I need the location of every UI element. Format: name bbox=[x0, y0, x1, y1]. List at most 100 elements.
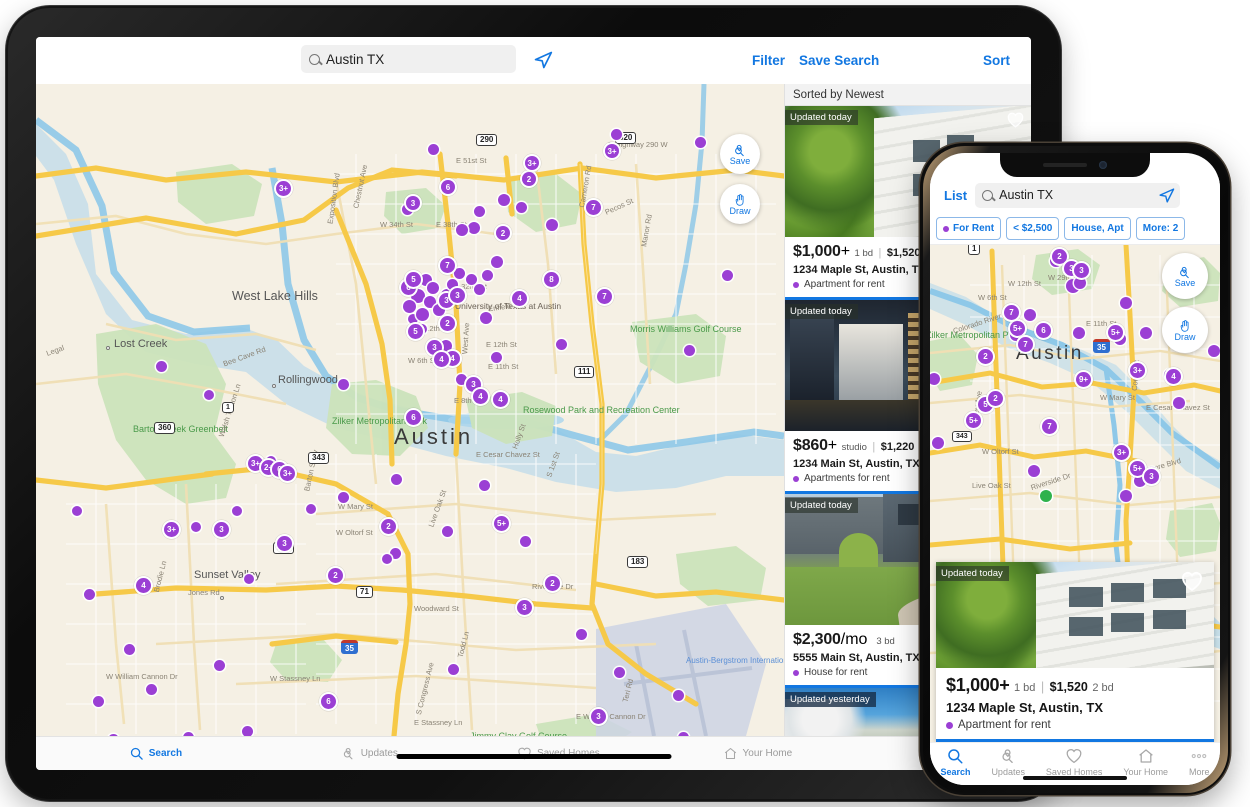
map-pin[interactable] bbox=[498, 194, 510, 206]
map-pin[interactable] bbox=[442, 526, 453, 537]
map-pin[interactable] bbox=[93, 696, 104, 707]
map-pin[interactable] bbox=[1024, 309, 1036, 321]
map-pin[interactable] bbox=[468, 222, 480, 234]
map-cluster-pin[interactable]: 5+ bbox=[1010, 321, 1025, 336]
save-heart-icon[interactable] bbox=[1006, 111, 1025, 128]
map-pin[interactable] bbox=[214, 660, 225, 671]
map-pin[interactable] bbox=[556, 339, 567, 350]
map-pin-selected[interactable] bbox=[1040, 490, 1052, 502]
map-cluster-pin[interactable]: 4 bbox=[493, 392, 508, 407]
map-pin[interactable] bbox=[382, 554, 392, 564]
tab-your-home[interactable]: Your Home bbox=[1123, 747, 1168, 777]
map-pin[interactable] bbox=[416, 308, 429, 321]
map-cluster-pin[interactable]: 5+ bbox=[1108, 325, 1123, 340]
tab-saved-homes[interactable]: Saved Homes bbox=[1046, 747, 1102, 777]
map-pin[interactable] bbox=[611, 129, 622, 140]
map-cluster-pin[interactable]: 5 bbox=[408, 324, 423, 339]
map-cluster-pin[interactable]: 3+ bbox=[605, 144, 619, 158]
map-pin[interactable] bbox=[1173, 397, 1185, 409]
map-cluster-pin[interactable]: 9+ bbox=[1076, 372, 1091, 387]
map-pin[interactable] bbox=[466, 274, 477, 285]
tab-more[interactable]: More bbox=[1189, 747, 1210, 777]
map-cluster-pin[interactable]: 2 bbox=[381, 519, 396, 534]
map-cluster-pin[interactable]: 3+ bbox=[164, 522, 179, 537]
map-pin[interactable] bbox=[1073, 327, 1085, 339]
map-save-button[interactable]: Save bbox=[720, 134, 760, 174]
map-cluster-pin[interactable]: 6 bbox=[406, 410, 421, 425]
map-cluster-pin[interactable]: 6 bbox=[441, 180, 455, 194]
map-cluster-pin[interactable]: 3+ bbox=[525, 156, 539, 170]
map-pin[interactable] bbox=[191, 522, 201, 532]
map-cluster-pin[interactable]: 2 bbox=[978, 349, 993, 364]
map-cluster-pin[interactable]: 3+ bbox=[1130, 363, 1145, 378]
filter-chip-more[interactable]: More: 2 bbox=[1135, 217, 1186, 240]
map-pin[interactable] bbox=[156, 361, 167, 372]
map-cluster-pin[interactable]: 3 bbox=[450, 288, 465, 303]
sidebar-item-your-home[interactable]: Your Home bbox=[653, 746, 862, 761]
map-pin[interactable] bbox=[722, 270, 733, 281]
map-cluster-pin[interactable]: 3 bbox=[591, 709, 606, 724]
map-pin[interactable] bbox=[614, 667, 625, 678]
map-cluster-pin[interactable]: 3 bbox=[1074, 263, 1089, 278]
map-cluster-pin[interactable]: 5+ bbox=[494, 516, 509, 531]
map-cluster-pin[interactable]: 6 bbox=[321, 694, 336, 709]
map-pin[interactable] bbox=[1120, 297, 1132, 309]
phone-listing-card[interactable]: Updated today $1,000+ 1 bd | $1,520 2 bd… bbox=[936, 562, 1214, 742]
map-pin[interactable] bbox=[480, 312, 492, 324]
map-draw-button[interactable]: Draw bbox=[720, 184, 760, 224]
tablet-map[interactable]: Austin West Lake Hills Lost Creek Rollin… bbox=[36, 84, 784, 736]
map-cluster-pin[interactable]: 4 bbox=[434, 352, 449, 367]
map-cluster-pin[interactable]: 4 bbox=[136, 578, 151, 593]
map-pin[interactable] bbox=[124, 644, 135, 655]
map-cluster-pin[interactable]: 7 bbox=[586, 200, 601, 215]
filter-chip-for-rent[interactable]: For Rent bbox=[936, 217, 1002, 240]
map-pin[interactable] bbox=[474, 206, 485, 217]
map-pin[interactable] bbox=[491, 256, 503, 268]
map-pin[interactable] bbox=[338, 492, 349, 503]
map-cluster-pin[interactable]: 2 bbox=[440, 316, 455, 331]
sidebar-item-search[interactable]: Search bbox=[36, 746, 275, 761]
filter-chip-price[interactable]: < $2,500 bbox=[1006, 217, 1060, 240]
sort-button[interactable]: Sort bbox=[983, 53, 1010, 68]
save-heart-icon[interactable] bbox=[1180, 570, 1204, 592]
map-pin[interactable] bbox=[1120, 490, 1132, 502]
map-pin[interactable] bbox=[516, 202, 527, 213]
map-cluster-pin[interactable]: 3 bbox=[277, 536, 292, 551]
map-cluster-pin[interactable]: 7 bbox=[440, 258, 455, 273]
map-pin[interactable] bbox=[84, 589, 95, 600]
map-cluster-pin[interactable]: 3+ bbox=[1114, 445, 1129, 460]
map-pin[interactable] bbox=[1074, 277, 1086, 289]
map-pin[interactable] bbox=[1140, 327, 1152, 339]
map-cluster-pin[interactable]: 6 bbox=[1036, 323, 1051, 338]
map-pin[interactable] bbox=[695, 137, 706, 148]
map-pin[interactable] bbox=[479, 480, 490, 491]
map-cluster-pin[interactable]: 2 bbox=[1052, 249, 1067, 264]
map-pin[interactable] bbox=[72, 506, 82, 516]
map-pin[interactable] bbox=[338, 379, 349, 390]
map-pin[interactable] bbox=[427, 282, 439, 294]
map-pin[interactable] bbox=[454, 268, 465, 279]
map-draw-button[interactable]: Draw bbox=[1162, 307, 1208, 353]
map-cluster-pin[interactable]: 7 bbox=[1004, 305, 1019, 320]
map-save-button[interactable]: Save bbox=[1162, 253, 1208, 299]
map-cluster-pin[interactable]: 3+ bbox=[276, 181, 291, 196]
map-pin[interactable] bbox=[546, 219, 558, 231]
map-pin[interactable] bbox=[456, 224, 468, 236]
save-search-button[interactable]: Save Search bbox=[799, 53, 879, 68]
map-cluster-pin[interactable]: 2 bbox=[496, 226, 510, 240]
map-pin[interactable] bbox=[474, 284, 485, 295]
tab-search[interactable]: Search bbox=[940, 747, 971, 777]
list-toggle-button[interactable]: List bbox=[944, 188, 967, 203]
filter-button[interactable]: Filter bbox=[752, 53, 785, 68]
map-pin[interactable] bbox=[146, 684, 157, 695]
map-pin[interactable] bbox=[242, 726, 253, 736]
map-cluster-pin[interactable]: 8 bbox=[544, 272, 559, 287]
map-pin[interactable] bbox=[448, 664, 459, 675]
map-pin[interactable] bbox=[491, 352, 502, 363]
map-pin[interactable] bbox=[1028, 465, 1040, 477]
locate-arrow-icon[interactable] bbox=[1158, 187, 1175, 204]
tab-updates[interactable]: Updates bbox=[991, 747, 1025, 777]
map-cluster-pin[interactable]: 5 bbox=[406, 272, 421, 287]
map-pin[interactable] bbox=[1208, 345, 1220, 357]
map-pin[interactable] bbox=[232, 506, 242, 516]
